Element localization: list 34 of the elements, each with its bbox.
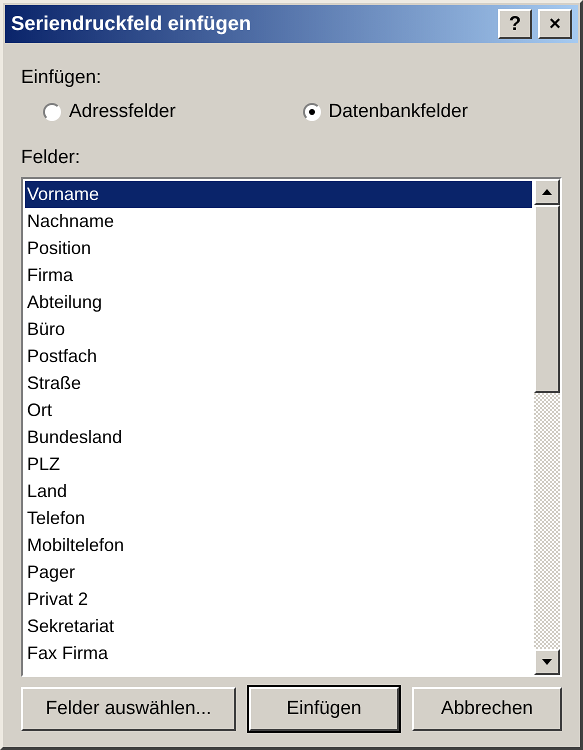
help-button[interactable]: ? [498, 9, 532, 39]
list-item[interactable]: Position [25, 235, 532, 262]
dialog-button[interactable]: Einfügen [249, 687, 399, 731]
list-item[interactable]: Sekretariat [25, 613, 532, 640]
list-item[interactable]: Fax Firma [25, 640, 532, 667]
dialog-button[interactable]: Felder auswählen... [21, 687, 236, 731]
list-item[interactable]: Ort [25, 397, 532, 424]
list-item[interactable]: Firma [25, 262, 532, 289]
list-item[interactable]: Büro [25, 316, 532, 343]
close-button[interactable]: × [538, 9, 572, 39]
radio-option[interactable]: Adressfelder [43, 101, 302, 123]
list-item[interactable]: Privat 2 [25, 586, 532, 613]
list-item[interactable]: Abteilung [25, 289, 532, 316]
scroll-down-button[interactable] [534, 649, 560, 675]
list-item[interactable]: Postfach [25, 343, 532, 370]
dialog-button[interactable]: Abbrechen [412, 687, 562, 731]
scrollbar[interactable] [534, 179, 560, 675]
up-arrow-icon [542, 189, 552, 195]
list-item[interactable]: Telefon [25, 505, 532, 532]
list-item[interactable]: Bundesland [25, 424, 532, 451]
list-item[interactable]: Mobiltelefon [25, 532, 532, 559]
fields-label: Felder: [21, 147, 82, 169]
radio-option[interactable]: Datenbankfelder [302, 101, 562, 123]
list-item[interactable]: Straße [25, 370, 532, 397]
insert-label: Einfügen: [21, 67, 102, 89]
down-arrow-icon [542, 659, 552, 665]
list-item[interactable]: Vorname [25, 181, 532, 208]
window-title: Seriendruckfeld einfügen [11, 12, 252, 36]
list-item[interactable]: Pager [25, 559, 532, 586]
scroll-thumb[interactable] [534, 205, 560, 393]
list-item[interactable]: PLZ [25, 451, 532, 478]
list-item[interactable]: Nachname [25, 208, 532, 235]
list-item[interactable]: Land [25, 478, 532, 505]
scroll-up-button[interactable] [534, 179, 560, 205]
